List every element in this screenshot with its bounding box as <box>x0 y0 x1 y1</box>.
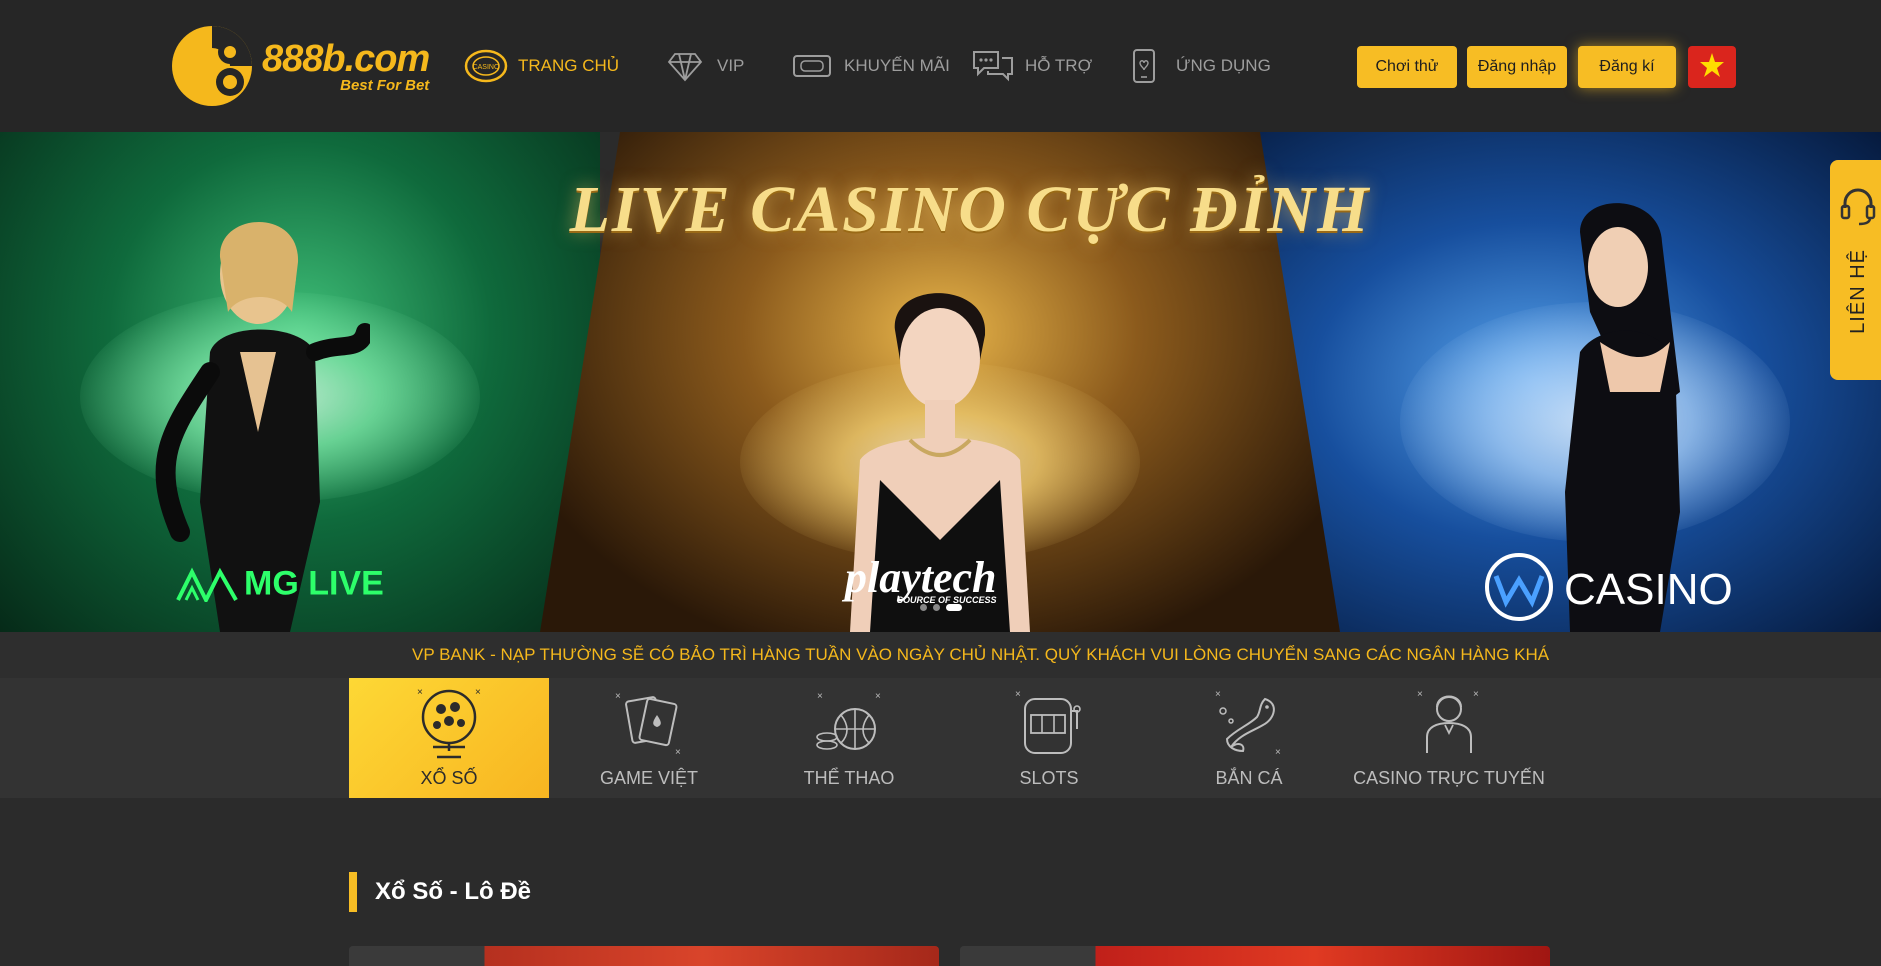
chat-icon <box>971 46 1015 86</box>
nav-label-support: HỖ TRỢ <box>1025 56 1093 75</box>
nav-label-promotions: KHUYẾN MÃI <box>844 56 950 75</box>
login-button[interactable]: Đăng nhập <box>1467 46 1567 88</box>
svg-text:×: × <box>1417 689 1423 700</box>
banner-dot-2[interactable] <box>933 604 940 611</box>
category-label: XỔ SỐ <box>420 768 478 788</box>
notice-text: VP BANK - NẠP THƯỜNG SẼ CÓ BẢO TRÌ HÀNG … <box>412 645 1550 664</box>
brand-wm-casino: CASINO <box>1484 552 1733 632</box>
hero-banner[interactable]: MG LIVE CASINO playtech SOURCE OF SUCCES… <box>0 132 1881 632</box>
category-label: CASINO TRỰC TUYẾN <box>1353 768 1545 788</box>
diamond-icon <box>663 46 707 86</box>
nav-label-home: TRANG CHỦ <box>518 56 620 75</box>
notice-marquee: VP BANK - NẠP THƯỜNG SẼ CÓ BẢO TRÌ HÀNG … <box>0 632 1881 678</box>
dealer-icon: × × <box>1409 684 1489 762</box>
category-lottery[interactable]: × × XỔ SỐ <box>349 678 549 798</box>
nav-item-vip[interactable]: VIP <box>663 44 744 88</box>
category-label: SLOTS <box>1019 768 1079 788</box>
svg-text:×: × <box>875 691 881 702</box>
vietnam-flag-icon <box>1699 52 1725 83</box>
svg-text:×: × <box>675 747 681 758</box>
basketball-icon: × × <box>809 684 889 762</box>
svg-text:×: × <box>1215 689 1221 700</box>
category-game-viet[interactable]: × × GAME VIỆT <box>549 678 749 798</box>
headset-icon <box>1840 186 1876 231</box>
banner-dot-3[interactable] <box>946 604 962 611</box>
nav-label-vip: VIP <box>717 56 745 75</box>
brand-mg-live: MG LIVE <box>176 560 384 611</box>
category-label: BẮN CÁ <box>1215 768 1283 788</box>
svg-text:×: × <box>1275 747 1281 758</box>
svg-text:×: × <box>1473 689 1479 700</box>
register-button[interactable]: Đăng kí <box>1578 46 1676 88</box>
phone-icon <box>1122 46 1166 86</box>
category-live-casino[interactable]: × × CASINO TRỰC TUYẾN <box>1349 678 1549 798</box>
contact-label: LIÊN HỆ <box>1846 249 1869 334</box>
svg-text:×: × <box>1015 689 1021 700</box>
brand-playtech: playtech SOURCE OF SUCCESS <box>845 552 997 605</box>
banner-dot-1[interactable] <box>920 604 927 611</box>
category-fishing[interactable]: × × BẮN CÁ <box>1149 678 1349 798</box>
banner-panel-mg-live: MG LIVE <box>0 132 600 632</box>
wm-logo-icon <box>1484 552 1554 632</box>
language-button[interactable] <box>1688 46 1736 88</box>
lottery-card-2[interactable] <box>960 946 1550 966</box>
ticket-icon <box>790 46 834 86</box>
banner-title: LIVE CASINO CỰC ĐỈNH <box>569 173 1371 246</box>
mg-logo-icon <box>176 560 238 611</box>
svg-text:CASINO: CASINO <box>473 64 500 71</box>
section-accent-bar <box>349 872 357 912</box>
trial-button[interactable]: Chơi thử <box>1357 46 1457 88</box>
category-label: GAME VIỆT <box>599 768 698 788</box>
section-heading: Xổ Số - Lô Đề <box>349 872 531 912</box>
fish-icon: × × <box>1209 684 1289 762</box>
nav-item-home[interactable]: CASINO TRANG CHỦ <box>464 44 619 88</box>
nav-item-promotions[interactable]: KHUYẾN MÃI <box>790 44 950 88</box>
category-sports[interactable]: × × THỂ THAO <box>749 678 949 798</box>
lottery-card-1[interactable] <box>349 946 939 966</box>
svg-text:×: × <box>417 687 423 698</box>
banner-pagination <box>920 604 962 611</box>
brand-mg-live-text: MG LIVE <box>244 564 384 603</box>
casino-chip-icon: CASINO <box>464 46 508 86</box>
contact-tab[interactable]: LIÊN HỆ <box>1830 160 1881 380</box>
section-title: Xổ Số - Lô Đề <box>375 878 531 905</box>
category-label: THỂ THAO <box>803 768 895 788</box>
nav-item-support[interactable]: HỖ TRỢ <box>971 44 1092 88</box>
category-bar: × × XỔ SỐ × × GAME VIỆT × × THỂ THAO × SLOT… <box>0 678 1881 798</box>
brand-wm-casino-text: CASINO <box>1564 565 1733 615</box>
header: 888b.com Best For Bet CASINO TRANG CHỦ V… <box>0 0 1881 132</box>
svg-text:×: × <box>817 691 823 702</box>
nav-item-app[interactable]: ỨNG DỤNG <box>1122 44 1271 88</box>
category-slots[interactable]: × SLOTS <box>949 678 1149 798</box>
nav-label-app: ỨNG DỤNG <box>1176 56 1271 75</box>
playing-cards-icon: × × <box>609 684 689 762</box>
lottery-ball-icon: × × <box>409 684 489 762</box>
slot-machine-icon: × <box>1009 684 1089 762</box>
svg-text:×: × <box>615 691 621 702</box>
svg-text:×: × <box>475 687 481 698</box>
